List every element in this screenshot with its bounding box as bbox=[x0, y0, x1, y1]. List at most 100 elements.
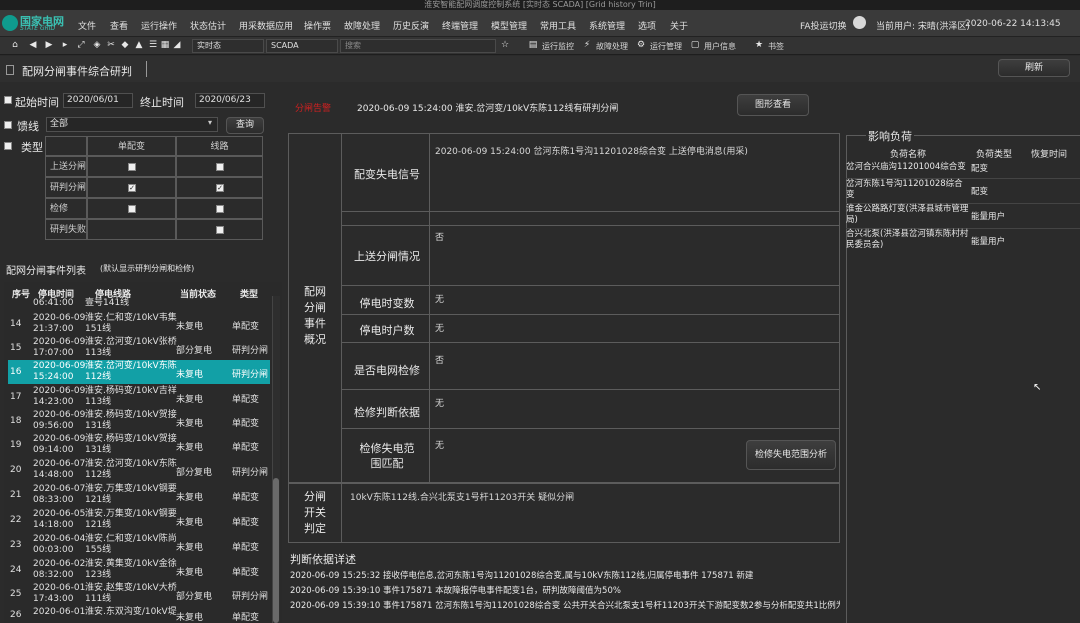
tag-icon[interactable]: ◆ bbox=[120, 40, 130, 50]
table-row[interactable]: 18 2020-06-09 09:56:00 淮安.杨码变/10kV贺接 131线 … bbox=[8, 409, 270, 433]
table-row[interactable]: 14 2020-06-09 21:37:00 淮安.仁和变/10kV韦集 151线 … bbox=[8, 312, 270, 336]
row-line-no: 123线 bbox=[85, 570, 112, 580]
overview-label-part: 事件 bbox=[304, 317, 326, 330]
layers-icon[interactable]: ◈ bbox=[92, 40, 102, 50]
table-row[interactable]: 23 2020-06-04 00:03:00 淮安.仁和变/10kV陈尚 155线 … bbox=[8, 533, 270, 557]
mode-select[interactable]: 实时态 bbox=[192, 39, 264, 53]
loads-col-type[interactable]: 负荷类型 bbox=[976, 147, 1012, 160]
table-row[interactable]: 21 2020-06-07 08:33:00 淮安.万集变/10kV钢要 121线 … bbox=[8, 483, 270, 507]
menu-terminal-management[interactable]: 终端管理 bbox=[442, 19, 478, 32]
maintenance-single-checkbox[interactable] bbox=[128, 205, 136, 213]
scrollbar-thumb[interactable] bbox=[273, 478, 279, 623]
table-row[interactable]: 20 2020-06-07 14:48:00 淮安.岔河变/10kV东陈 112线 … bbox=[8, 458, 270, 482]
judged-trip-line-checkbox[interactable]: ✓ bbox=[216, 184, 224, 192]
row-line: 淮安.仁和变/10kV陈尚 155线 bbox=[85, 534, 177, 556]
forward-icon[interactable]: ▶ bbox=[44, 40, 54, 50]
row-no: 19 bbox=[10, 440, 22, 450]
report-trip-line-checkbox[interactable] bbox=[216, 163, 224, 171]
row-divider bbox=[342, 225, 840, 226]
table-row[interactable]: 06:41:00 壹号141线 bbox=[8, 298, 270, 310]
toolbar-fault-handling[interactable]: 故障处理 bbox=[596, 41, 628, 52]
table-row[interactable]: 19 2020-06-09 09:14:00 淮安.杨码变/10kV贺接 131线 … bbox=[8, 433, 270, 457]
table-row[interactable]: 24 2020-06-02 08:32:00 淮安.黄集变/10kV金徐 123线 … bbox=[8, 558, 270, 582]
report-trip-single-checkbox[interactable] bbox=[128, 163, 136, 171]
table-row-selected[interactable]: 16 2020-06-09 15:24:00 淮安.岔河变/10kV东陈 112线 … bbox=[8, 360, 270, 384]
user-avatar-icon[interactable] bbox=[853, 16, 866, 29]
toolbar-run-monitor[interactable]: 运行监控 bbox=[542, 41, 574, 52]
menu-system-management[interactable]: 系统管理 bbox=[589, 19, 625, 32]
toolbar-run-management[interactable]: 运行管理 bbox=[650, 41, 682, 52]
menu-view[interactable]: 查看 bbox=[110, 19, 128, 32]
table-row[interactable]: 15 2020-06-09 17:07:00 淮安.岔河变/10kV张桥 113线 … bbox=[8, 336, 270, 360]
row-line-name: 淮安.东双沟变/10kV堤 bbox=[85, 607, 177, 617]
menu-common-tools[interactable]: 常用工具 bbox=[540, 19, 576, 32]
table-row[interactable]: 17 2020-06-09 14:23:00 淮安.杨码变/10kV吉祥 113线 … bbox=[8, 385, 270, 409]
row-no: 21 bbox=[10, 490, 22, 500]
menu-history-replay[interactable]: 历史反演 bbox=[393, 19, 429, 32]
menu-about[interactable]: 关于 bbox=[670, 19, 688, 32]
toolbar-user-info[interactable]: 用户信息 bbox=[704, 41, 736, 52]
menu-operation[interactable]: 运行操作 bbox=[141, 19, 177, 32]
load-name[interactable]: 岔河东陈1号沟11201028综合变 bbox=[846, 179, 971, 201]
title-divider bbox=[146, 61, 147, 77]
row-line-name: 淮安.杨码变/10kV吉祥 bbox=[85, 386, 177, 396]
menu-operation-ticket[interactable]: 操作票 bbox=[304, 19, 331, 32]
list-icon[interactable]: ☰ bbox=[148, 40, 158, 50]
menu-consumption-data[interactable]: 用采数据应用 bbox=[239, 19, 293, 32]
table-row[interactable]: 25 2020-06-01 17:43:00 淮安.赵集变/10kV大桥 111线 … bbox=[8, 582, 270, 606]
maintenance-line-checkbox[interactable] bbox=[216, 205, 224, 213]
chart-icon[interactable]: ◢ bbox=[172, 40, 182, 50]
row-line-name: 淮安.杨码变/10kV贺接 bbox=[85, 410, 177, 420]
maintenance-range-analysis-button[interactable]: 检修失电范围分析 bbox=[746, 440, 836, 470]
field-value: 无 bbox=[435, 441, 445, 451]
loads-col-name[interactable]: 负荷名称 bbox=[890, 147, 926, 160]
row-line-name: 淮安.岔河变/10kV张桥 bbox=[85, 337, 177, 347]
row-line-no: 113线 bbox=[85, 348, 112, 358]
fa-switch-label[interactable]: FA投运切换 bbox=[800, 19, 847, 32]
judge-failed-line-checkbox[interactable] bbox=[216, 226, 224, 234]
row-date: 2020-06-09 bbox=[33, 313, 86, 323]
load-name[interactable]: 淮金公路路灯变(洪泽县城市管理局) bbox=[846, 204, 971, 226]
refresh-button[interactable]: 刷新 bbox=[998, 59, 1070, 77]
fullscreen-icon[interactable]: ⤢ bbox=[76, 40, 86, 50]
table-row[interactable]: 22 2020-06-05 14:18:00 淮安.万集变/10kV钢要 121线 … bbox=[8, 508, 270, 532]
row-line-no: 151线 bbox=[85, 324, 112, 334]
app-select[interactable]: SCADA bbox=[266, 39, 338, 53]
start-time-input[interactable]: 2020/06/01 bbox=[63, 93, 133, 108]
loads-col-restore-time[interactable]: 恢复时间 bbox=[1031, 147, 1067, 160]
load-name[interactable]: 合兴北泵(洪泽县岔河镇东陈村村民委员会) bbox=[846, 229, 971, 251]
judged-trip-single-checkbox[interactable]: ✓ bbox=[128, 184, 136, 192]
home-icon[interactable]: ⌂ bbox=[10, 40, 20, 50]
star-icon[interactable]: ☆ bbox=[500, 40, 510, 50]
start-time-checkbox[interactable] bbox=[4, 96, 12, 104]
row-line: 淮安.仁和变/10kV韦集 151线 bbox=[85, 313, 177, 335]
view-graph-button[interactable]: 图形查看 bbox=[737, 94, 809, 116]
row-date: 2020-06-09 bbox=[33, 361, 86, 371]
search-input[interactable]: 搜索 bbox=[340, 39, 496, 53]
row-divider bbox=[342, 428, 840, 429]
load-name[interactable]: 岔河合兴庙沟11201004综合变 bbox=[846, 162, 971, 173]
menu-file[interactable]: 文件 bbox=[78, 19, 96, 32]
next-icon[interactable]: ▸ bbox=[60, 40, 70, 50]
menu-fault-handling[interactable]: 故障处理 bbox=[344, 19, 380, 32]
trip-alarm-tag: 分闸告警 bbox=[295, 104, 332, 114]
toolbar-bookmark[interactable]: 书签 bbox=[768, 41, 784, 52]
end-time-input[interactable]: 2020/06/23 bbox=[195, 93, 265, 108]
warning-icon[interactable]: ▲ bbox=[134, 40, 144, 50]
row-line: 淮安.赵集变/10kV大桥 111线 bbox=[85, 583, 177, 605]
row-clock: 08:33:00 bbox=[33, 495, 74, 505]
query-button[interactable]: 查询 bbox=[226, 117, 264, 134]
current-user: 当前用户: 宋晴(洪泽区) bbox=[876, 22, 970, 32]
tools-icon[interactable]: ✂ bbox=[106, 40, 116, 50]
row-date: 2020-06-01 bbox=[33, 607, 86, 617]
menu-options[interactable]: 选项 bbox=[638, 19, 656, 32]
menu-state-estimation[interactable]: 状态估计 bbox=[190, 19, 226, 32]
table-row[interactable]: 26 2020-06-01 淮安.东双沟变/10kV堤 未复电 单配变 bbox=[8, 606, 270, 623]
menu-model-management[interactable]: 模型管理 bbox=[491, 19, 527, 32]
back-icon[interactable]: ◀ bbox=[28, 40, 38, 50]
type-checkbox[interactable] bbox=[4, 142, 12, 150]
feeder-checkbox[interactable] bbox=[4, 121, 12, 129]
grid-icon[interactable]: ▦ bbox=[160, 40, 170, 50]
overview-label-part: 概况 bbox=[304, 333, 326, 346]
feeder-select[interactable]: 全部 bbox=[46, 117, 218, 132]
